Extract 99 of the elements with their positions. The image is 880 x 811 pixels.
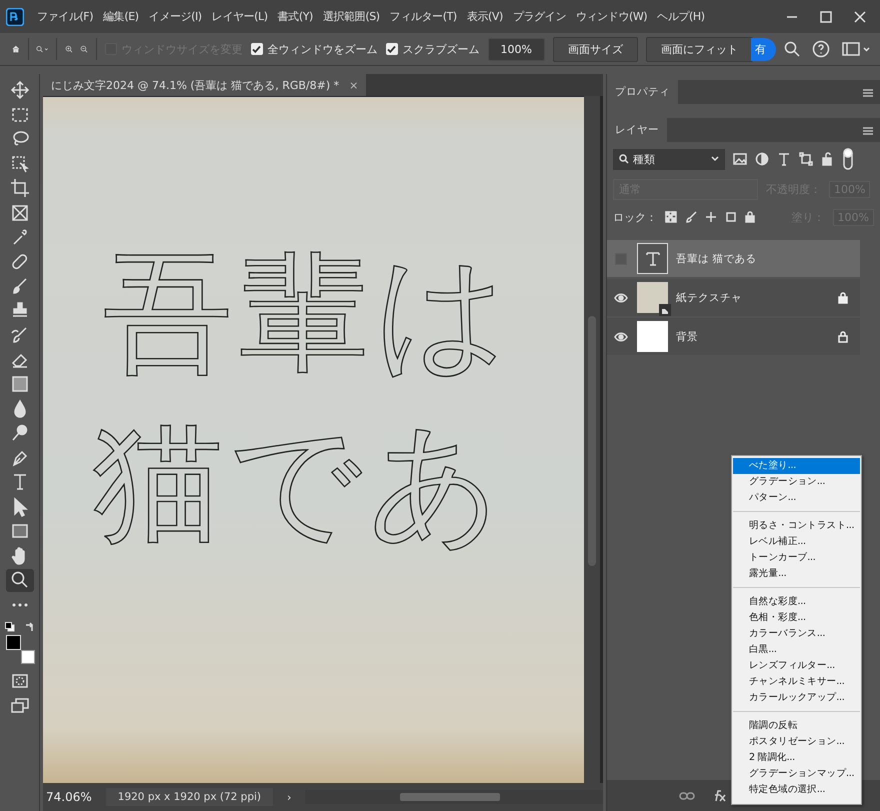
tool-button[interactable] (6, 569, 34, 592)
share-button[interactable]: 有 (751, 38, 776, 60)
menu-item[interactable]: グラデーションマップ... (733, 766, 860, 782)
panel-menu-icon[interactable] (862, 126, 874, 136)
filter-label: 種類 (633, 152, 655, 166)
menu-item[interactable]: ウィンドウ(W) (570, 9, 652, 24)
layer-name: 背景 (676, 330, 699, 344)
menu-item[interactable]: 階調の反転 (733, 718, 860, 734)
layer-name: 紙テクスチャ (676, 290, 743, 304)
image-filter-icon[interactable] (733, 153, 747, 165)
panel-menu-icon[interactable] (862, 88, 874, 98)
app-logo-icon[interactable] (6, 8, 24, 26)
lock-icon[interactable] (745, 211, 755, 223)
menu-item[interactable]: カラーバランス... (733, 626, 860, 642)
checkbox-label: スクラブズーム (402, 42, 480, 56)
crop-tool-icon (10, 178, 30, 198)
menu-item[interactable]: チャンネルミキサー... (733, 674, 860, 690)
menu-item[interactable]: フィルター(T) (384, 9, 462, 24)
zoom-level[interactable]: 74.06% (46, 790, 92, 804)
menu-item[interactable]: 白黒... (733, 642, 860, 658)
help-icon[interactable] (812, 40, 830, 58)
menu-item[interactable]: ファイル(F) (32, 9, 98, 24)
layer-row[interactable]: 背景 (607, 318, 860, 355)
selection-outline-text: 吾輩は (103, 247, 515, 377)
view-button[interactable]: 画面サイズ (553, 36, 638, 62)
checkbox-label: 全ウィンドウをズーム (268, 42, 378, 56)
search-icon[interactable] (784, 41, 800, 57)
zoom-tool-icon (10, 570, 30, 590)
panel-tab[interactable]: レイヤー (607, 118, 667, 142)
default-colors-icon[interactable] (4, 622, 14, 632)
layer-row[interactable]: 紙テクスチャ (607, 279, 860, 316)
layer-row[interactable]: 吾輩は 猫である (607, 240, 860, 277)
menu-item[interactable]: 明るさ・コントラスト... (733, 518, 860, 534)
frame-tool-icon (10, 202, 30, 223)
menu-item[interactable]: 自然な彩度... (733, 594, 860, 610)
menu-item[interactable]: 表示(V) (462, 9, 508, 24)
document-title: にじみ文字2024 @ 74.1% (吾輩は 猫である, RGB/8#) * (51, 78, 340, 92)
eye-icon[interactable] (614, 332, 628, 342)
search-icon (619, 154, 629, 164)
menu-item[interactable]: 編集(E) (98, 9, 144, 24)
type-icon (644, 250, 660, 266)
toggle-switch-icon[interactable] (843, 148, 853, 170)
swap-colors-icon[interactable] (24, 622, 34, 632)
layer-name: 吾輩は 猫である (676, 252, 758, 266)
more-icon (12, 602, 28, 607)
menu-item[interactable]: レイヤー(L) (206, 9, 273, 24)
close-icon[interactable] (854, 10, 866, 22)
dodge-tool-icon (10, 423, 30, 444)
smart-object-filter-icon[interactable] (821, 152, 835, 166)
foreground-color-swatch[interactable] (6, 635, 20, 650)
menu-item[interactable]: プラグイン (508, 9, 571, 24)
move-icon[interactable] (705, 211, 717, 223)
zoom-field[interactable]: 100% (488, 38, 545, 60)
menu-item[interactable]: ヘルプ(H) (652, 9, 710, 24)
menu-item[interactable]: グラデーション... (733, 474, 860, 490)
menu-item[interactable]: トーンカーブ... (733, 550, 860, 566)
menu-item[interactable]: 露光量... (733, 566, 860, 582)
filter-dropdown[interactable]: 種類 (613, 148, 725, 170)
workspace-icon[interactable] (842, 41, 870, 57)
maximize-icon[interactable] (820, 10, 832, 22)
document-tab[interactable]: にじみ文字2024 @ 74.1% (吾輩は 猫である, RGB/8#) * × (43, 74, 366, 96)
checkbox[interactable] (386, 43, 398, 55)
panel-tab[interactable]: プロパティ (607, 80, 678, 104)
move-tool-icon (10, 80, 30, 100)
shape-filter-icon[interactable] (799, 152, 813, 166)
bandage-tool-icon (10, 252, 30, 272)
vertical-scrollbar[interactable] (584, 96, 600, 783)
object-select-tool-icon (10, 154, 30, 174)
horizontal-scrollbar[interactable] (305, 790, 603, 804)
view-button[interactable]: 画面にフィット (646, 36, 753, 62)
status-menu-arrow[interactable]: › (287, 790, 292, 804)
menu-item[interactable]: べた塗り... (733, 458, 860, 474)
menu-item[interactable]: 選択範囲(S) (318, 9, 385, 24)
tab-close-button[interactable]: × (349, 78, 358, 92)
menu-item[interactable]: 色相・彩度... (733, 610, 860, 626)
chevron-down-icon (711, 156, 719, 162)
menu-item[interactable]: イメージ(I) (144, 9, 207, 24)
type-filter-icon[interactable] (777, 152, 791, 166)
menu-item[interactable]: レンズフィルター... (733, 658, 860, 674)
gradient-tool-icon (10, 374, 30, 394)
history-brush-tool-icon (10, 325, 30, 346)
lock-pixels-icon[interactable] (665, 211, 677, 223)
document-size: 1920 px x 1920 px (72 ppi) (106, 788, 274, 806)
link-icon[interactable] (679, 790, 695, 800)
menu-item[interactable]: パターン... (733, 490, 860, 506)
screen-mode-icon (10, 696, 30, 716)
menu-item[interactable]: ポスタリゼーション... (733, 734, 860, 750)
background-color-swatch[interactable] (20, 650, 34, 664)
brush-icon[interactable] (685, 211, 697, 223)
checkbox[interactable] (250, 43, 263, 55)
menu-item[interactable]: 書式(Y) (272, 9, 318, 24)
menu-item[interactable]: カラールックアップ... (733, 690, 860, 706)
lock-label: ロック： (613, 210, 657, 224)
adjustment-filter-icon[interactable] (755, 152, 769, 166)
smart-object-badge-icon (659, 304, 671, 316)
menu-item[interactable]: 2 階調化... (733, 750, 860, 766)
eye-icon[interactable] (614, 292, 628, 302)
menu-item[interactable]: レベル補正... (733, 534, 860, 550)
crop-frame-icon[interactable] (725, 211, 737, 223)
